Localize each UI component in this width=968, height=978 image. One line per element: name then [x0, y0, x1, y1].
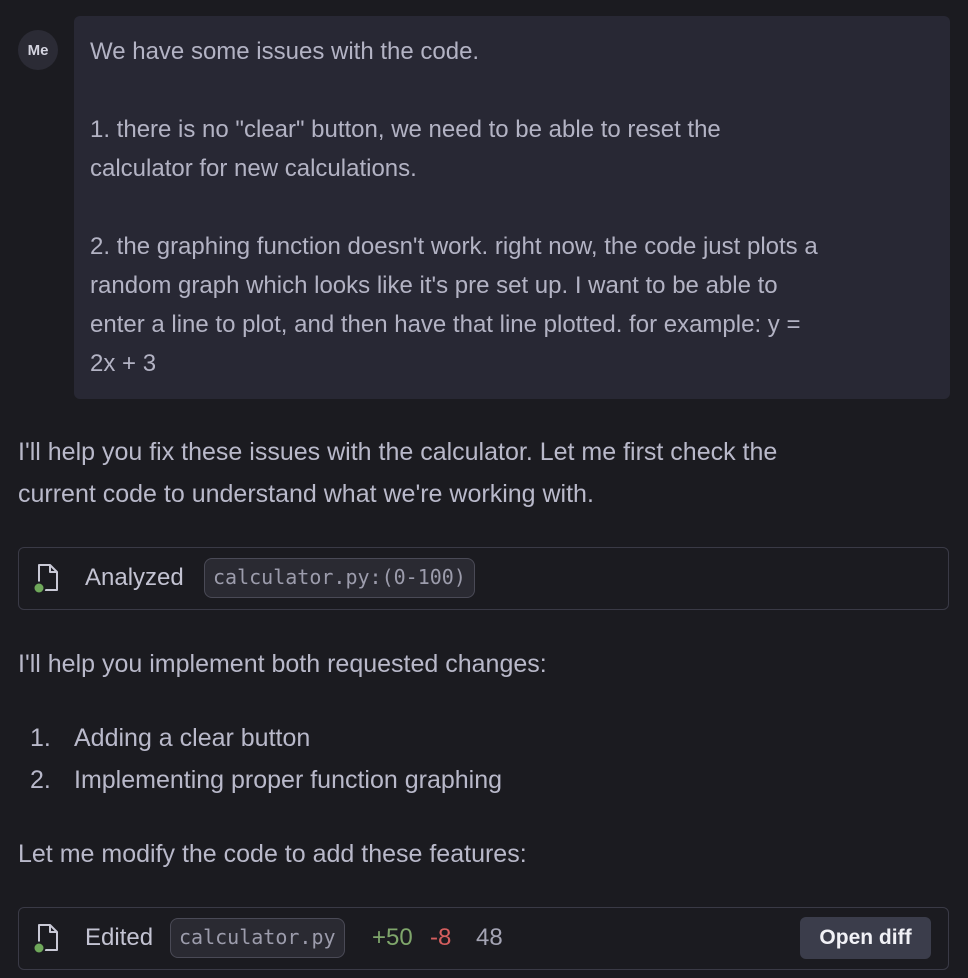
list-item-text: Adding a clear button — [74, 724, 311, 752]
user-message-line — [90, 71, 934, 110]
user-message-line: 2x + 3 — [90, 350, 157, 377]
analyzed-tool-card[interactable]: Analyzed calculator.py:(0-100) — [18, 547, 949, 610]
file-reference-chip[interactable]: calculator.py — [170, 918, 345, 958]
user-message-line: We have some issues with the code. — [90, 38, 480, 65]
list-item-number: 1. — [30, 724, 51, 752]
file-reference-chip[interactable]: calculator.py:(0-100) — [204, 558, 475, 598]
user-message-line: 2. the graphing function doesn't work. r… — [90, 233, 818, 260]
analyzed-label: Analyzed — [85, 564, 184, 591]
net-change-count: 48 — [476, 924, 503, 951]
plan-intro: I'll help you implement both requested c… — [18, 650, 547, 678]
user-message-line: random graph which looks like it's pre s… — [90, 272, 778, 299]
file-icon — [33, 564, 58, 595]
additions-count: +50 — [372, 924, 413, 951]
open-diff-button[interactable]: Open diff — [800, 917, 931, 959]
edited-label: Edited — [85, 924, 154, 951]
user-avatar: Me — [18, 30, 58, 70]
user-message-line — [90, 188, 934, 227]
assistant-intro-line: I'll help you fix these issues with the … — [18, 438, 778, 466]
user-message-line: enter a line to plot, and then have that… — [90, 311, 801, 338]
assistant-intro-line: current code to understand what we're wo… — [18, 480, 594, 508]
modify-line: Let me modify the code to add these feat… — [18, 840, 527, 868]
deletions-count: -8 — [430, 924, 452, 951]
list-item-text: Implementing proper function graphing — [74, 766, 503, 794]
user-message-line: 1. there is no "clear" button, we need t… — [90, 116, 721, 143]
list-item-number: 2. — [30, 766, 51, 794]
file-icon — [33, 924, 58, 955]
user-message-bubble: We have some issues with the code. 1. th… — [74, 16, 950, 399]
user-message-line: calculator for new calculations. — [90, 155, 417, 182]
edited-tool-card[interactable]: Edited calculator.py +50 -8 48 Open diff — [18, 907, 949, 970]
chat-panel: Me We have some issues with the code. 1.… — [0, 0, 968, 978]
